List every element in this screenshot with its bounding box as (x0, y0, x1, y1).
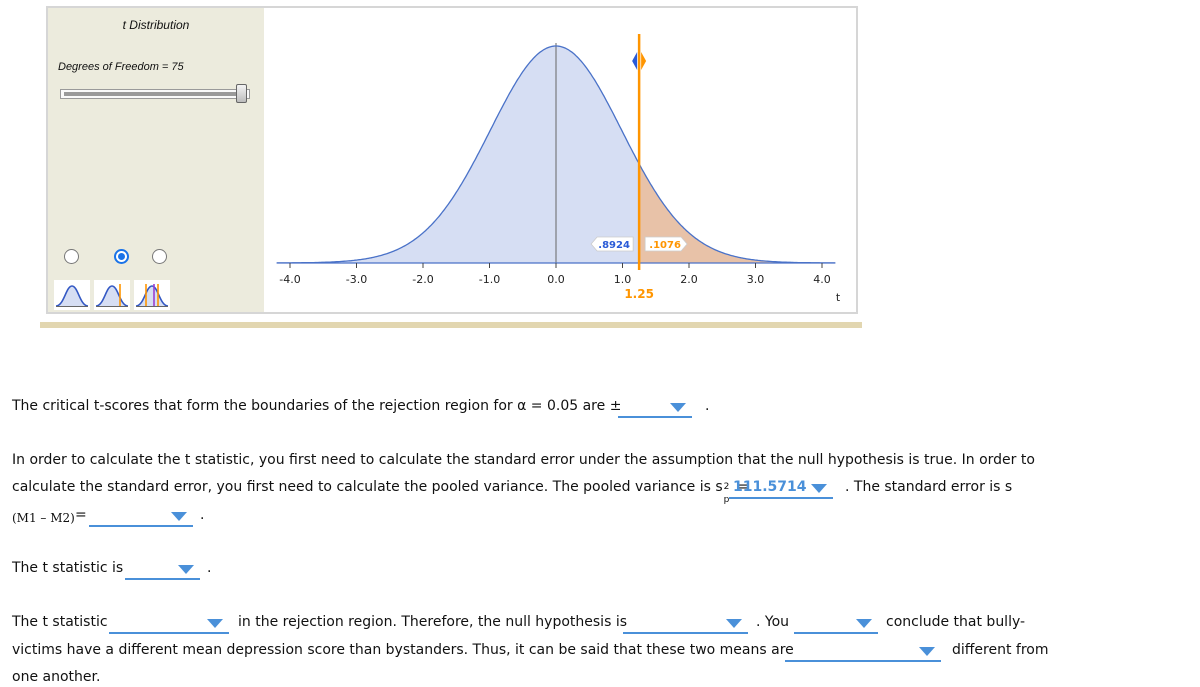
applet-title: t Distribution (122, 18, 190, 32)
drag-left-arrow-icon[interactable] (632, 52, 638, 70)
period: . (200, 507, 205, 523)
x-tick-label: -1.0 (479, 273, 500, 286)
cutoff-value-label: 1.25 (624, 287, 654, 301)
mode-radio-two-tail[interactable] (152, 249, 167, 264)
conclusion-text-4: conclude that bully- (886, 614, 1026, 630)
dof-slider-fill (64, 92, 244, 96)
x-tick-label: -4.0 (279, 273, 300, 286)
dof-slider-track[interactable] (60, 89, 250, 99)
t-statistic-question: The t statistic is (12, 560, 124, 576)
t-distribution-plot: -4.0 -3.0 -2.0 -1.0 0.0 1.0 2.0 3.0 4.0 t 1.25 .892… (276, 34, 841, 304)
x-tick-label: 2.0 (680, 273, 698, 286)
x-axis-label: t (836, 291, 841, 304)
dof-slider-thumb[interactable] (236, 84, 247, 103)
left-area-value: .8924 (598, 240, 630, 251)
conclusion-text-1: The t statistic (12, 614, 108, 630)
dropdown-arrow-icon (726, 619, 742, 628)
means-different-dropdown[interactable] (785, 644, 941, 662)
applet-divider (40, 322, 862, 328)
t-distribution-applet: t Distribution Degrees of Freedom = 75 -… (46, 6, 858, 314)
x-tick-label: 3.0 (747, 273, 765, 286)
dropdown-arrow-icon (207, 619, 223, 628)
conclusion-text-3: . You (756, 614, 790, 630)
critical-t-dropdown[interactable] (618, 400, 692, 418)
dropdown-arrow-icon (811, 484, 827, 493)
mode-radio-no-tail[interactable] (64, 249, 79, 264)
standard-error-intro-line1: In order to calculate the t statistic, y… (12, 452, 1035, 468)
x-tick-label: 4.0 (813, 273, 831, 286)
dropdown-arrow-icon (171, 512, 187, 521)
two-tail-curve-icon (134, 280, 170, 310)
x-tick-label: 1.0 (614, 273, 632, 286)
conclusion-text-2: in the rejection region. Therefore, the … (238, 614, 627, 630)
dropdown-arrow-icon (178, 565, 194, 574)
standard-error-intro-line2: calculate the standard error, you first … (12, 479, 749, 505)
null-hypothesis-dropdown[interactable] (623, 616, 748, 634)
period: . (207, 560, 212, 576)
dropdown-arrow-icon (670, 403, 686, 412)
drag-right-arrow-icon[interactable] (641, 52, 647, 70)
critical-t-question: The critical t-scores that form the boun… (12, 398, 622, 414)
standard-error-prompt: . The standard error is s (845, 479, 1013, 495)
right-area-value: .1076 (649, 240, 681, 251)
degrees-of-freedom-label: Degrees of Freedom = 75 (58, 61, 184, 73)
dropdown-arrow-icon (919, 647, 935, 656)
one-tail-curve-icon (94, 280, 130, 310)
pooled-variance-dropdown[interactable]: 111.5714 (729, 479, 833, 499)
standard-error-dropdown[interactable] (89, 509, 193, 527)
conclusion-text-7: one another. (12, 669, 101, 685)
mode-radio-one-tail[interactable] (114, 249, 129, 264)
conclusion-text-6: different from (952, 642, 1049, 658)
x-tick-label: -2.0 (412, 273, 433, 286)
conclude-dropdown[interactable] (794, 616, 878, 634)
t-statistic-dropdown[interactable] (125, 562, 200, 580)
x-tick-label: -3.0 (346, 273, 367, 286)
dropdown-arrow-icon (856, 619, 872, 628)
x-tick-label: 0.0 (547, 273, 565, 286)
equals-sign: = (75, 507, 87, 523)
applet-controls: t Distribution Degrees of Freedom = 75 (48, 8, 264, 312)
left-area-fill (276, 46, 640, 263)
conclusion-text-5: victims have a different mean depression… (12, 642, 794, 658)
no-tail-curve-icon (54, 280, 90, 310)
standard-error-subscript: (M1 – M2) (12, 511, 75, 525)
rejection-region-dropdown[interactable] (109, 616, 229, 634)
period: . (705, 398, 710, 414)
